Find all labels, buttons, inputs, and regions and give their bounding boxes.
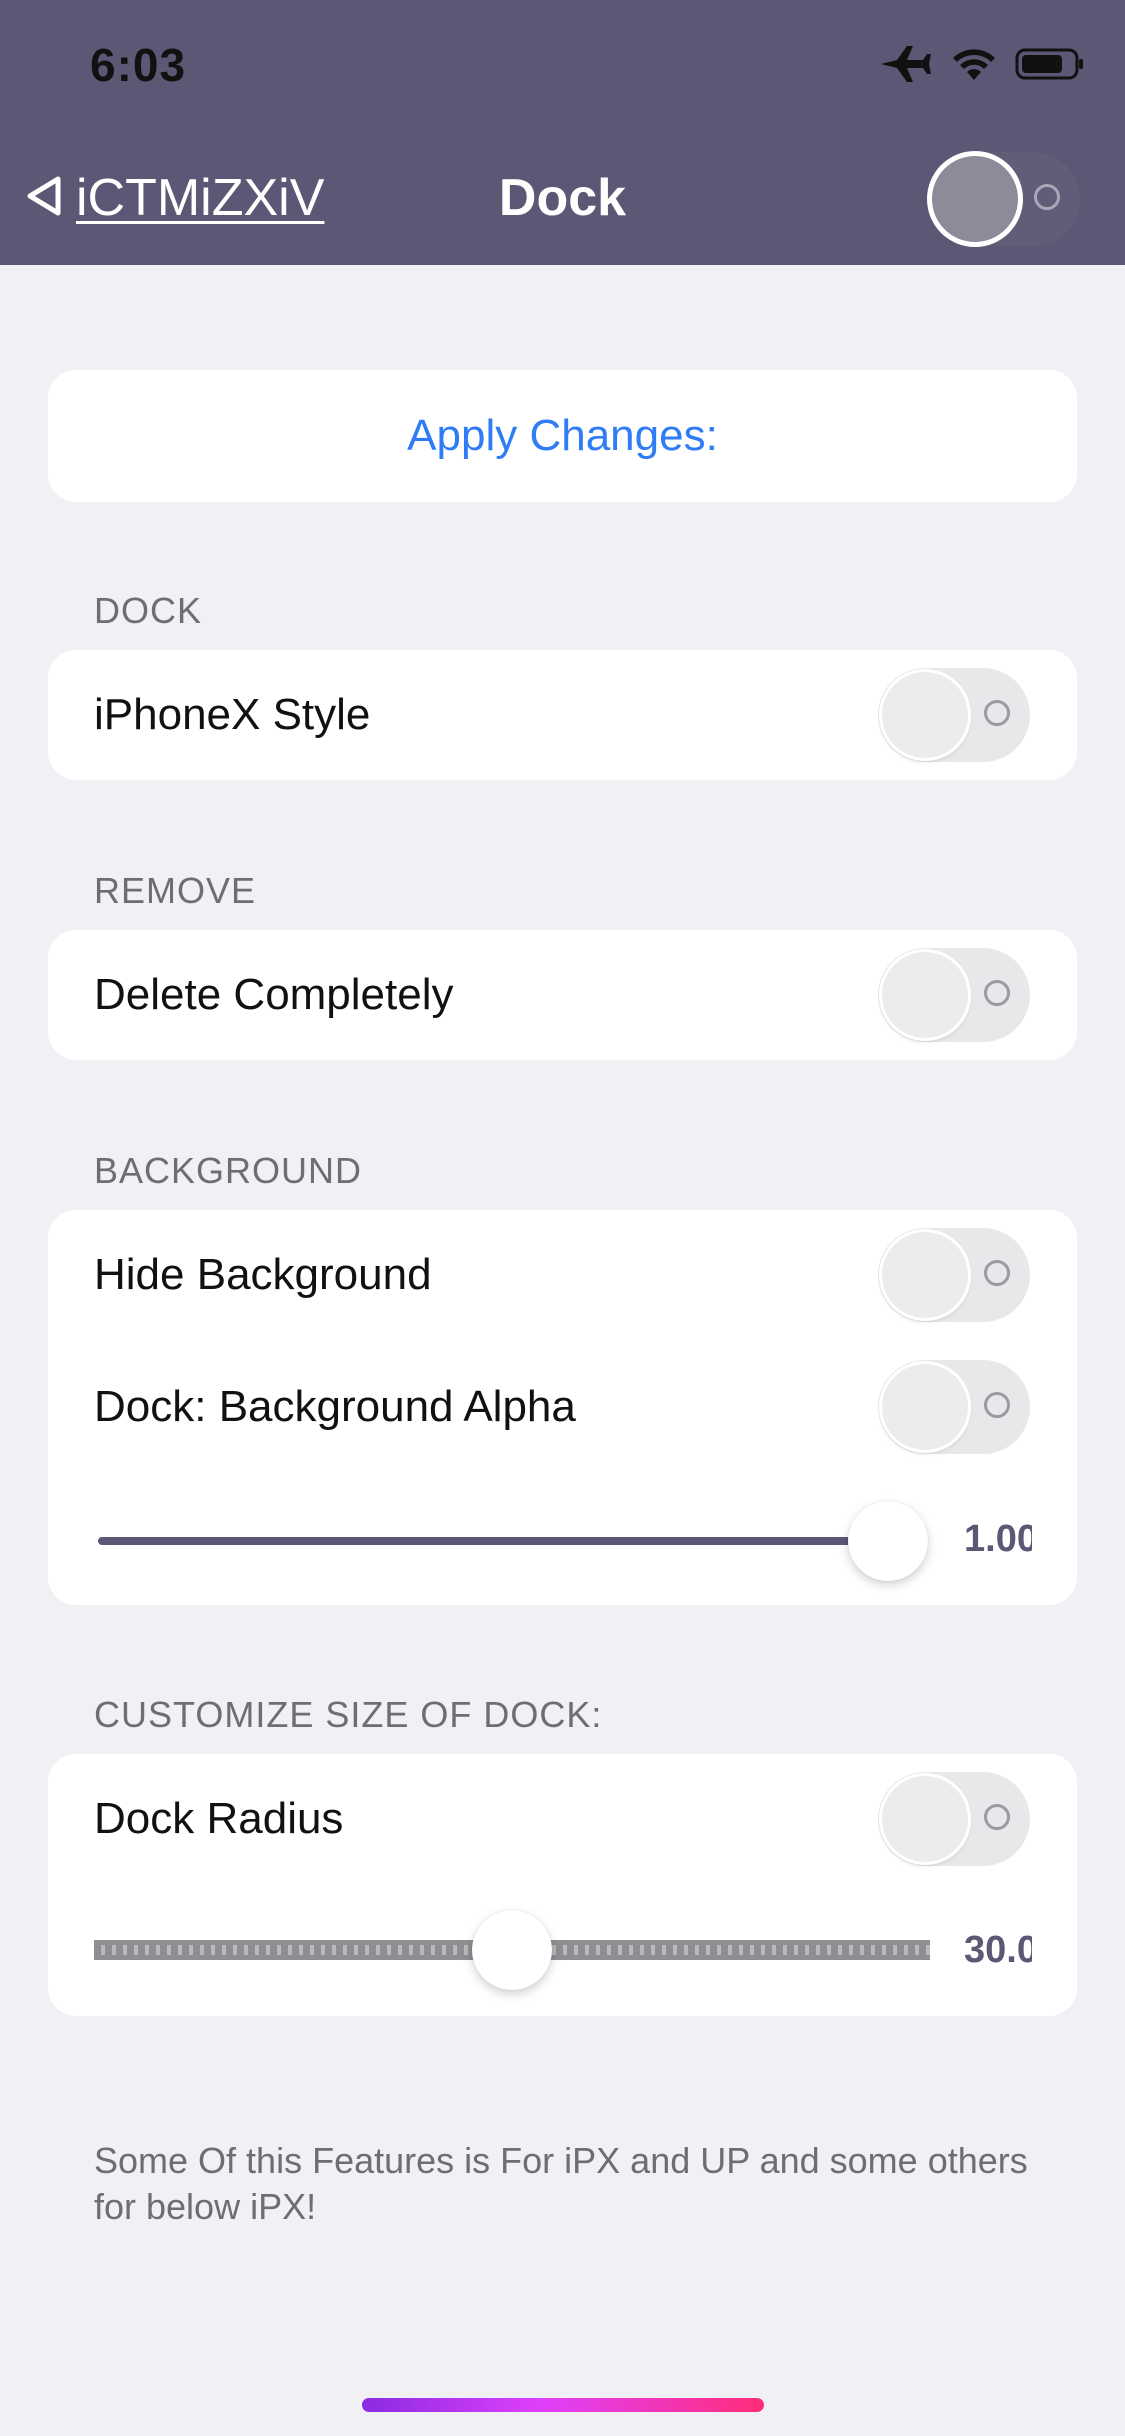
apply-changes-card: Apply Changes: [48, 370, 1077, 502]
toggle-off-indicator-icon [1034, 184, 1060, 210]
nav-enable-toggle[interactable] [928, 152, 1080, 246]
footer-note: Some Of this Features is For iPX and UP … [94, 2140, 1028, 2227]
background-settings-card: Hide Background Dock: Background Alpha 1… [48, 1210, 1077, 1605]
background-alpha-slider-track[interactable] [98, 1537, 888, 1545]
size-settings-card: Dock Radius 30.0 [48, 1754, 1077, 2016]
toggle-off-indicator-icon [984, 700, 1010, 726]
navigation-bar: 6:03 iCTMiZXiV Dock [0, 0, 1125, 265]
iphonex-style-label: iPhoneX Style [94, 690, 371, 739]
airplane-icon [877, 44, 933, 89]
toggle-knob [882, 672, 968, 758]
section-header-remove: REMOVE [94, 870, 257, 911]
status-icons [877, 44, 1085, 89]
dock-radius-label: Dock Radius [94, 1794, 344, 1843]
hide-background-toggle[interactable] [878, 1228, 1030, 1322]
home-indicator [362, 2398, 764, 2412]
delete-completely-label: Delete Completely [94, 970, 454, 1019]
background-alpha-toggle[interactable] [878, 1360, 1030, 1454]
background-alpha-label: Dock: Background Alpha [94, 1382, 576, 1431]
toggle-off-indicator-icon [984, 1804, 1010, 1830]
section-header-size: CUSTOMIZE SIZE OF DOCK: [94, 1694, 603, 1735]
toggle-off-indicator-icon [984, 1392, 1010, 1418]
section-header-background: BACKGROUND [94, 1150, 363, 1191]
toggle-off-indicator-icon [984, 980, 1010, 1006]
screen: 6:03 iCTMiZXiV Dock Apply Changes: DOCK … [0, 0, 1125, 2436]
toggle-off-indicator-icon [984, 1260, 1010, 1286]
dock-radius-value: 30.0 [964, 1929, 1032, 1971]
iphonex-style-toggle[interactable] [878, 668, 1030, 762]
status-time: 6:03 [90, 39, 187, 91]
background-alpha-value: 1.00 [964, 1518, 1032, 1560]
background-alpha-slider-thumb[interactable] [848, 1501, 928, 1581]
battery-icon [1015, 46, 1085, 87]
delete-completely-toggle[interactable] [878, 948, 1030, 1042]
toggle-knob [882, 952, 968, 1038]
dock-settings-card: iPhoneX Style [48, 650, 1077, 780]
wifi-icon [951, 46, 997, 87]
apply-changes-button[interactable]: Apply Changes: [48, 370, 1077, 502]
toggle-knob [882, 1232, 968, 1318]
toggle-knob [932, 156, 1018, 242]
remove-settings-card: Delete Completely [48, 930, 1077, 1060]
dock-radius-slider-thumb[interactable] [472, 1910, 552, 1990]
dock-radius-toggle[interactable] [878, 1772, 1030, 1866]
hide-background-label: Hide Background [94, 1250, 432, 1299]
toggle-knob [882, 1776, 968, 1862]
toggle-knob [882, 1364, 968, 1450]
section-header-dock: DOCK [94, 590, 203, 631]
